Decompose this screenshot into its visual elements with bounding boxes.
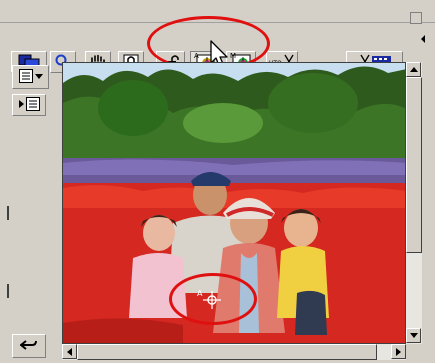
toolbar-scroll-left[interactable] (418, 28, 428, 50)
scroll-left-button[interactable] (62, 344, 77, 359)
cursor-badge: A (197, 289, 203, 298)
view-submenu-button[interactable] (12, 94, 46, 116)
undo-icon (19, 338, 38, 355)
view-submenu-icon (25, 96, 40, 114)
view-menu-button[interactable] (12, 65, 49, 89)
chevron-down-icon (34, 72, 43, 83)
scroll-right-button[interactable] (391, 344, 406, 359)
image-canvas[interactable]: A (62, 62, 406, 344)
scroll-down-button[interactable] (406, 328, 421, 343)
scroll-up-button[interactable] (406, 62, 421, 77)
crosshair-icon (203, 291, 221, 312)
top-strip (0, 0, 435, 23)
panel-splitter-mark-lower[interactable] (7, 284, 9, 298)
vertical-scrollbar[interactable] (406, 62, 422, 344)
chevron-right-icon (18, 99, 24, 111)
scrollbar-corner (406, 344, 422, 360)
vertical-scroll-thumb[interactable] (406, 77, 422, 253)
dock-handle[interactable] (410, 12, 422, 24)
horizontal-scrollbar[interactable] (62, 344, 406, 360)
view-menu-icon (18, 68, 33, 86)
undo-button[interactable] (12, 334, 46, 358)
panel-splitter-mark[interactable] (7, 206, 9, 220)
auto-point-badge: A (194, 52, 199, 60)
horizontal-scroll-thumb[interactable] (77, 344, 377, 360)
left-panel (0, 58, 58, 363)
auto-point-cursor: A (197, 289, 227, 309)
photo-image (63, 63, 405, 343)
